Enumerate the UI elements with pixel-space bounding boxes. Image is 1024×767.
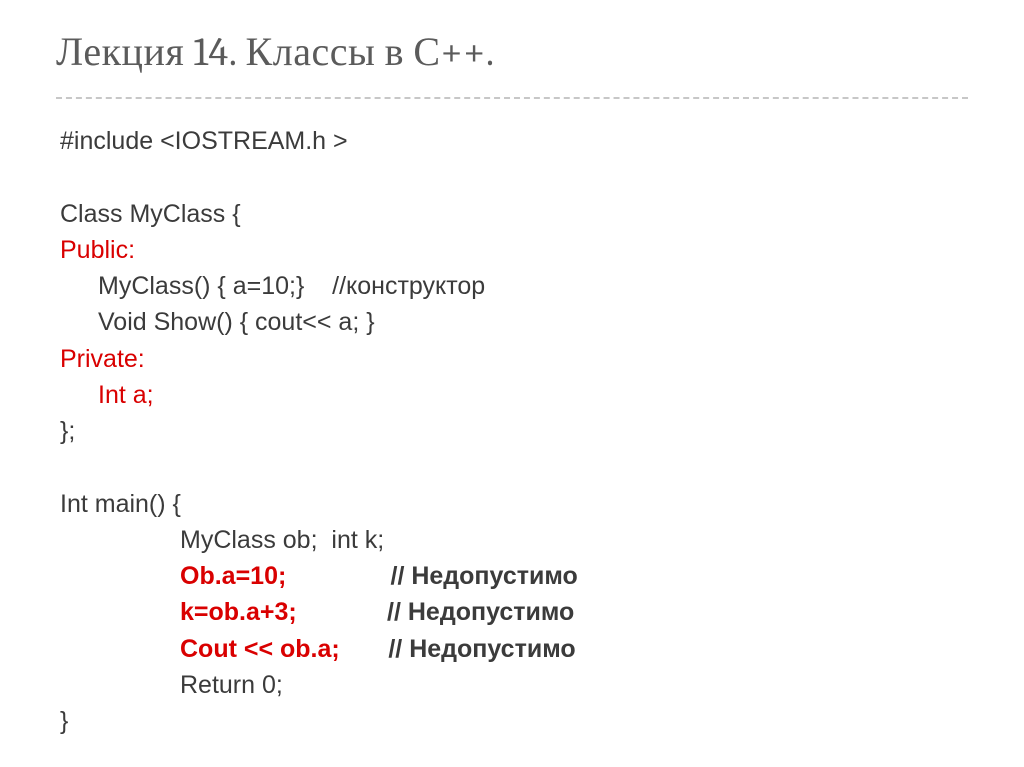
code-line: Private:	[60, 345, 145, 373]
code-line: Int main() {	[60, 490, 181, 518]
code-line: }	[60, 707, 68, 735]
code-line: Void Show() { cout<< a; }	[98, 308, 375, 336]
code-line: Public:	[60, 236, 135, 264]
code-line: MyClass ob; int k;	[180, 526, 384, 554]
code-line: Return 0;	[180, 671, 283, 699]
code-block: #include <IOSTREAM.h > Class MyClass { P…	[60, 123, 968, 739]
code-fragment: Ob.a=10;	[180, 562, 286, 590]
divider	[56, 97, 968, 99]
code-fragment: MyClass() { a=10;}	[98, 272, 332, 300]
code-line: Int a;	[98, 381, 154, 409]
code-fragment: Cout << ob.a;	[180, 635, 340, 663]
code-line: };	[60, 417, 75, 445]
code-comment: // Недопустимо	[391, 562, 578, 590]
code-line: Class MyClass {	[60, 200, 241, 228]
code-comment: //конструктор	[332, 272, 485, 300]
code-line: #include <IOSTREAM.h >	[60, 127, 348, 155]
slide-title: Лекция 14. Классы в С++.	[56, 28, 968, 75]
code-comment: // Недопустимо	[388, 635, 575, 663]
code-comment: // Недопустимо	[387, 598, 574, 626]
slide: Лекция 14. Классы в С++. #include <IOSTR…	[0, 0, 1024, 767]
code-fragment: k=ob.a+3;	[180, 598, 297, 626]
